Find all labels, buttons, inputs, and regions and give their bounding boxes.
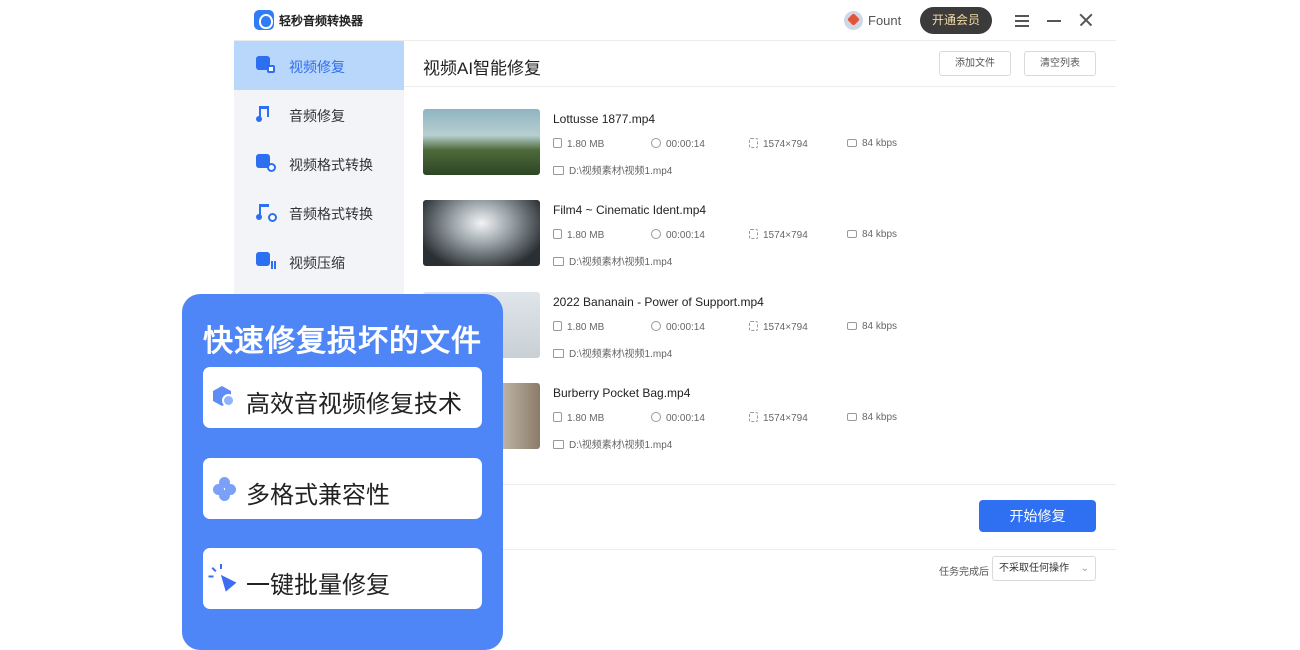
list-item[interactable]: Burberry Pocket Bag.mp4 1.80 MB 00:00:14…	[423, 383, 1103, 463]
divider	[404, 549, 1116, 550]
menu-icon[interactable]	[1012, 10, 1032, 30]
sidebar-item-video-compress[interactable]: 视频压缩	[234, 237, 404, 286]
file-duration: 00:00:14	[651, 138, 705, 150]
clock-icon	[651, 229, 661, 239]
file-size: 1.80 MB	[553, 412, 604, 424]
file-path: D:\视频素材\视频1.mp4	[553, 436, 672, 451]
sidebar-item-label: 视频压缩	[289, 255, 345, 271]
resolution-icon	[749, 412, 758, 422]
sidebar-item-label: 音频格式转换	[289, 206, 373, 222]
sidebar-item-audio-convert[interactable]: 音频格式转换	[234, 188, 404, 237]
feature-label: 多格式兼容性	[246, 482, 390, 509]
after-task-value: 不采取任何操作	[999, 563, 1069, 574]
divider	[404, 86, 1116, 87]
camera-icon	[847, 413, 857, 421]
file-bitrate: 84 kbps	[847, 138, 897, 149]
cursor-click-icon	[208, 564, 238, 592]
user-name[interactable]: Fount	[868, 13, 901, 28]
camera-icon	[847, 139, 857, 147]
file-bitrate: 84 kbps	[847, 412, 897, 423]
audio-convert-icon	[256, 202, 277, 222]
list-item[interactable]: Film4 ~ Cinematic Ident.mp4 1.80 MB 00:0…	[423, 200, 1103, 280]
video-convert-icon	[256, 153, 276, 173]
sidebar-item-label: 音频修复	[289, 108, 345, 124]
file-resolution: 1574×794	[749, 412, 808, 424]
sidebar-item-label: 视频修复	[289, 59, 345, 75]
folder-icon	[553, 349, 564, 358]
page-title: 视频AI智能修复	[423, 59, 542, 78]
divider	[404, 484, 1116, 485]
list-item[interactable]: Lottusse 1877.mp4 1.80 MB 00:00:14 1574×…	[423, 109, 1103, 189]
file-size: 1.80 MB	[553, 138, 604, 150]
audio-repair-icon	[256, 104, 276, 124]
sidebar-item-label: 视频格式转换	[289, 157, 373, 173]
avatar[interactable]	[844, 11, 863, 30]
file-bitrate: 84 kbps	[847, 229, 897, 240]
clock-icon	[651, 412, 661, 422]
title-bar: 轻秒音频转换器 Fount 开通会员	[234, 0, 1116, 41]
promo-card: 快速修复损坏的文件 高效音视频修复技术 多格式兼容性 一键批量修复	[182, 294, 503, 650]
resolution-icon	[749, 321, 758, 331]
minimize-icon[interactable]	[1044, 10, 1064, 30]
file-duration: 00:00:14	[651, 321, 705, 333]
file-name: 2022 Bananain - Power of Support.mp4	[553, 295, 764, 309]
file-name: Lottusse 1877.mp4	[553, 112, 656, 126]
file-icon	[553, 138, 562, 148]
file-name: Film4 ~ Cinematic Ident.mp4	[553, 203, 707, 217]
file-resolution: 1574×794	[749, 229, 808, 241]
file-path: D:\视频素材\视频1.mp4	[553, 162, 672, 177]
repair-tech-icon	[213, 386, 238, 411]
file-resolution: 1574×794	[749, 138, 808, 150]
add-file-button[interactable]: 添加文件	[939, 51, 1011, 76]
after-task-select[interactable]: 不采取任何操作 ⌄	[992, 556, 1096, 581]
folder-icon	[553, 257, 564, 266]
file-icon	[553, 321, 562, 331]
file-size: 1.80 MB	[553, 321, 604, 333]
chevron-down-icon: ⌄	[1080, 563, 1089, 574]
feature-label: 高效音视频修复技术	[246, 391, 462, 418]
folder-icon	[553, 440, 564, 449]
clear-list-button[interactable]: 清空列表	[1024, 51, 1096, 76]
video-thumbnail	[423, 200, 540, 266]
sidebar-item-audio-repair[interactable]: 音频修复	[234, 90, 404, 139]
start-repair-button[interactable]: 开始修复	[979, 500, 1096, 532]
feature-card: 高效音视频修复技术	[203, 367, 482, 428]
folder-icon	[553, 166, 564, 175]
file-resolution: 1574×794	[749, 321, 808, 333]
after-task-label: 任务完成后	[939, 567, 989, 578]
clock-icon	[651, 321, 661, 331]
file-bitrate: 84 kbps	[847, 321, 897, 332]
file-duration: 00:00:14	[651, 229, 705, 241]
promo-title: 快速修复损坏的文件	[203, 325, 482, 358]
list-item[interactable]: 2022 Bananain - Power of Support.mp4 1.8…	[423, 292, 1103, 372]
file-icon	[553, 229, 562, 239]
file-icon	[553, 412, 562, 422]
file-path: D:\视频素材\视频1.mp4	[553, 253, 672, 268]
app-title: 轻秒音频转换器	[279, 14, 364, 28]
sidebar-item-video-repair[interactable]: 视频修复	[234, 41, 404, 90]
app-logo-icon	[254, 10, 274, 30]
sidebar-item-video-convert[interactable]: 视频格式转换	[234, 139, 404, 188]
multi-format-icon	[213, 477, 238, 502]
camera-icon	[847, 230, 857, 238]
camera-icon	[847, 322, 857, 330]
video-thumbnail	[423, 109, 540, 175]
feature-card: 一键批量修复	[203, 548, 482, 609]
resolution-icon	[749, 229, 758, 239]
file-size: 1.80 MB	[553, 229, 604, 241]
close-icon[interactable]	[1076, 10, 1096, 30]
file-path: D:\视频素材\视频1.mp4	[553, 345, 672, 360]
resolution-icon	[749, 138, 758, 148]
file-name: Burberry Pocket Bag.mp4	[553, 386, 691, 400]
vip-button[interactable]: 开通会员	[920, 7, 992, 34]
video-compress-icon	[256, 251, 276, 271]
clock-icon	[651, 138, 661, 148]
file-duration: 00:00:14	[651, 412, 705, 424]
video-repair-icon	[256, 55, 276, 75]
feature-label: 一键批量修复	[246, 572, 390, 599]
feature-card: 多格式兼容性	[203, 458, 482, 519]
